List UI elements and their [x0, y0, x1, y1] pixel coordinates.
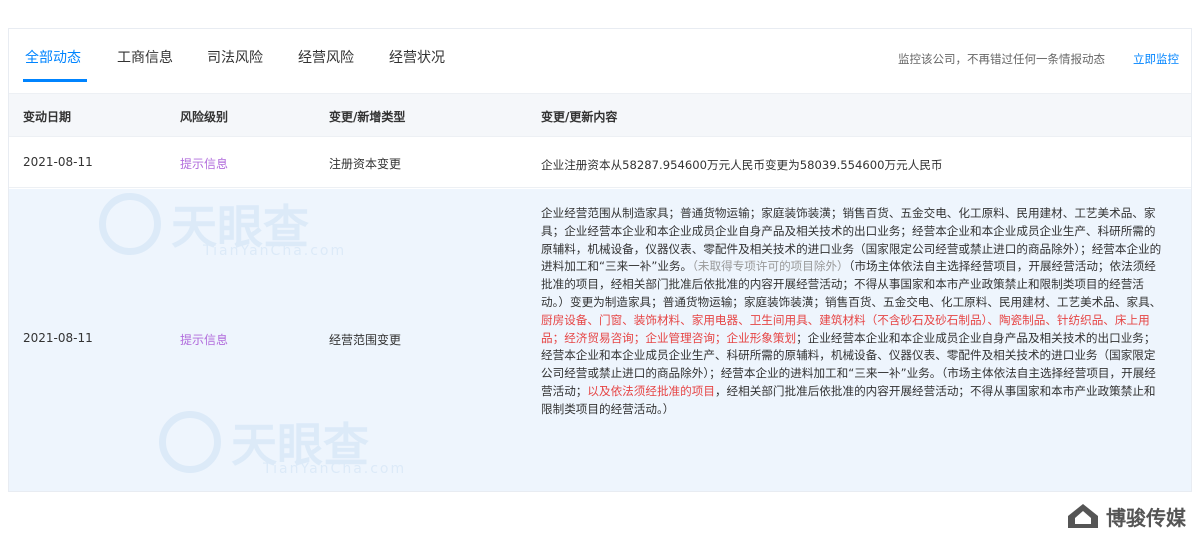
row-change-content: 企业注册资本从58287.954600万元人民币变更为58039.554600万… — [541, 158, 943, 172]
column-header-risk-level: 风险级别 — [180, 110, 229, 124]
tab-operating-status[interactable]: 经营状况 — [389, 47, 445, 67]
risk-level-badge: 提示信息 — [180, 157, 229, 171]
tab-bar: 全部动态 工商信息 司法风险 经营风险 经营状况 监控该公司，不再错过任何一条情… — [9, 29, 1191, 85]
table-row: 2021-08-11 提示信息 注册资本变更 企业注册资本从58287.9546… — [9, 137, 1191, 188]
risk-level-badge: 提示信息 — [180, 333, 229, 347]
content-note: （未取得专项许可的项目除外） — [692, 259, 849, 274]
watermark-text: 天眼查 — [231, 418, 369, 472]
watermark-subtext: TianYanCha.com — [203, 243, 347, 259]
tab-business-info[interactable]: 工商信息 — [117, 47, 173, 67]
tab-judicial-risk[interactable]: 司法风险 — [207, 47, 263, 67]
table-header: 变动日期 风险级别 变更/新增类型 变更/更新内容 — [9, 93, 1191, 137]
row-date: 2021-08-11 — [23, 331, 93, 345]
monitor-prompt: 监控该公司，不再错过任何一条情报动态 — [898, 52, 1105, 66]
tab-all-dynamics[interactable]: 全部动态 — [25, 47, 81, 67]
column-header-change-content: 变更/更新内容 — [541, 110, 618, 124]
active-tab-indicator — [23, 79, 87, 82]
monitor-now-link[interactable]: 立即监控 — [1133, 51, 1179, 67]
content-added-items: 以及依法须经批准的项目 — [587, 383, 715, 398]
watermark-subtext: TianYanCha.com — [263, 461, 407, 477]
row-date: 2021-08-11 — [23, 155, 93, 169]
column-header-change-type: 变更/新增类型 — [329, 110, 406, 124]
tab-operating-risk[interactable]: 经营风险 — [298, 47, 354, 67]
company-dynamics-panel: 全部动态 工商信息 司法风险 经营风险 经营状况 监控该公司，不再错过任何一条情… — [8, 28, 1192, 492]
row-change-type: 注册资本变更 — [329, 157, 402, 171]
row-change-type: 经营范围变更 — [329, 333, 402, 347]
column-header-date: 变动日期 — [23, 110, 72, 124]
brand-logo: 博骏传媒 — [1066, 500, 1186, 532]
brand-icon — [1068, 504, 1098, 528]
brand-name: 博骏传媒 — [1106, 505, 1186, 530]
top-band — [0, 0, 1200, 28]
table-row: 天眼查 TianYanCha.com 天眼查 TianYanCha.com 20… — [9, 189, 1191, 491]
row-change-content: 企业经营范围从制造家具；普通货物运输；家庭装饰装潢；销售百货、五金交电、化工原料… — [541, 205, 1167, 419]
watermark-text: 天眼查 — [171, 200, 309, 254]
